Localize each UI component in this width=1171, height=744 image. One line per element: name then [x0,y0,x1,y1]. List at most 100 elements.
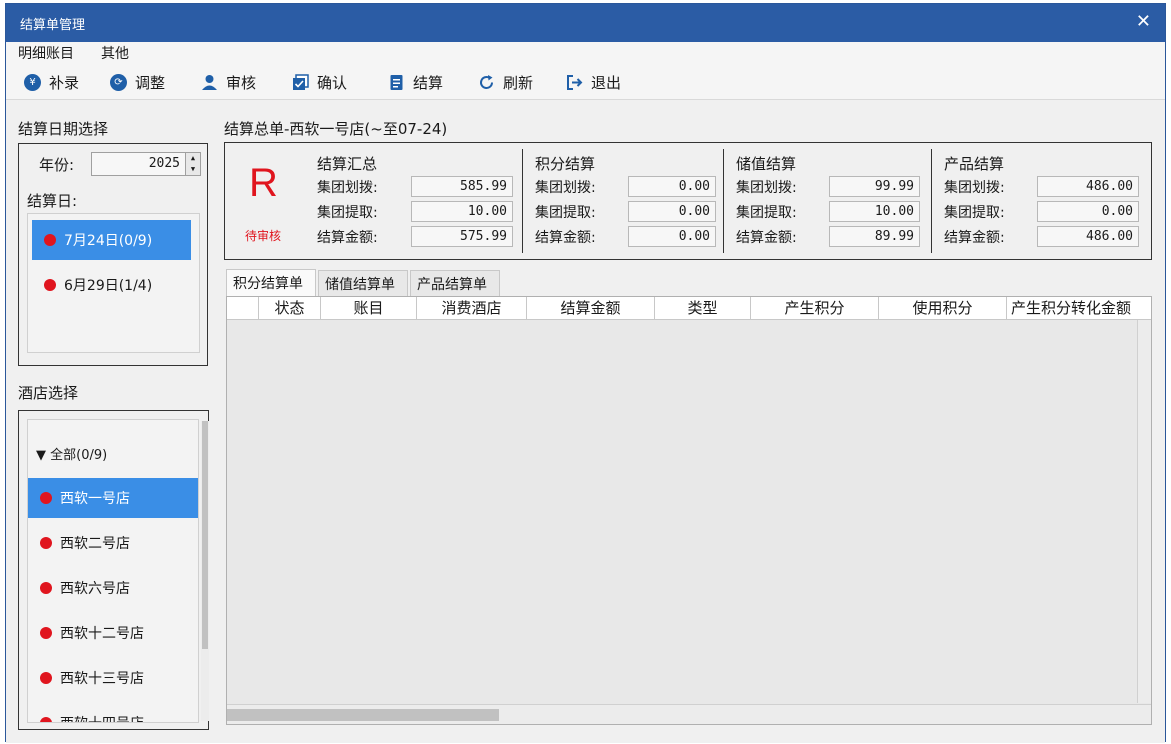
list-item[interactable]: 西软六号店 [28,568,198,608]
row-label: 集团提取: [535,205,596,221]
status-dot-icon [40,717,52,722]
summary-column-stored-value: 储值结算 集团划拨: 99.99 集团提取: 10.00 结算金额: 89.99 [736,153,932,253]
list-item[interactable]: 西软十三号店 [28,658,198,698]
column-header[interactable]: 消费酒店 [417,297,527,320]
adjust-circle-icon: ⟳ [110,73,127,91]
status-dot-icon [44,234,56,246]
hotel-item-label: 西软一号店 [60,491,130,507]
column-header[interactable]: 账目 [321,297,417,320]
column-divider [931,149,932,253]
column-header[interactable]: 类型 [655,297,751,320]
tab-points-statement[interactable]: 积分结算单 [226,269,316,297]
adjust-button[interactable]: ⟳ 调整 [110,71,165,93]
row-label: 结算金额: [535,230,596,246]
settle-button[interactable]: 结算 [388,71,443,93]
date-panel: 年份: 2025 ▲ ▼ 结算日: 7月24日(0/9) 6月29日(1/4) [18,143,208,366]
value-field: 99.99 [829,176,920,197]
main-area: 结算日期选择 年份: 2025 ▲ ▼ 结算日: 7月24日(0/9) 6月29日… [6,100,1165,743]
confirm-icon [292,73,309,91]
grid-header: 状态 账目 消费酒店 结算金额 类型 产生积分 使用积分 产生积分转化金额 [227,297,1151,320]
year-spin-buttons[interactable]: ▲ ▼ [185,153,200,175]
tree-root[interactable]: ▼ 全部(0/9) [28,433,198,473]
value-field: 486.00 [1037,226,1139,247]
list-item[interactable]: 西软十四号店 [28,703,198,722]
toolbar: ¥ 补录 ⟳ 调整 审核 确认 结算 刷新 退出 [6,62,1165,100]
hotel-section-label: 酒店选择 [18,384,79,402]
menu-item-other[interactable]: 其他 [101,43,129,63]
hotel-item-label: 西软十四号店 [60,713,144,722]
tab-product-statement[interactable]: 产品结算单 [410,270,500,296]
grid-horizontal-scrollbar[interactable] [227,704,1151,724]
list-item[interactable]: 西软一号店 [28,478,198,518]
summary-column-total: 结算汇总 集团划拨: 585.99 集团提取: 10.00 结算金额: 575.… [317,153,517,253]
column-header[interactable]: 使用积分 [879,297,1007,320]
column-title: 结算汇总 [317,155,378,173]
statement-grid: 状态 账目 消费酒店 结算金额 类型 产生积分 使用积分 产生积分转化金额 [226,296,1152,725]
hotel-scrollbar[interactable] [201,421,209,721]
list-item[interactable]: 7月24日(0/9) [32,220,191,260]
title-bar: 结算单管理 ✕ [6,4,1165,42]
confirm-label: 确认 [317,73,348,92]
audit-button[interactable]: 审核 [201,71,256,93]
column-divider [723,149,724,253]
close-button[interactable]: ✕ [1136,11,1151,32]
column-title: 积分结算 [535,155,596,173]
value-field: 585.99 [411,176,513,197]
row-label: 结算金额: [317,230,378,246]
summary-panel: R 待审核 结算汇总 集团划拨: 585.99 集团提取: 10.00 结算金额… [224,142,1152,260]
column-header[interactable]: 产生积分 [751,297,879,320]
supplement-label: 补录 [49,73,80,92]
status-dot-icon [40,492,52,504]
exit-icon [566,74,583,91]
status-badge: 待审核 [245,229,282,243]
yen-circle-icon: ¥ [24,73,41,91]
scroll-thumb[interactable] [227,709,499,721]
grid-vertical-scrollbar[interactable] [1137,320,1151,703]
tab-stored-value-statement[interactable]: 储值结算单 [318,270,408,296]
refresh-label: 刷新 [503,73,534,92]
row-label: 集团划拨: [736,180,797,196]
summary-column-products: 产品结算 集团划拨: 486.00 集团提取: 0.00 结算金额: 486.0… [944,153,1144,253]
status-dot-icon [40,672,52,684]
list-item[interactable]: 西软二号店 [28,523,198,563]
refresh-button[interactable]: 刷新 [478,71,533,93]
column-header[interactable] [227,297,259,320]
value-field: 10.00 [829,201,920,222]
settlement-window: 结算单管理 ✕ 明细账目 其他 ¥ 补录 ⟳ 调整 审核 确认 结算 刷新 退出… [5,3,1166,743]
column-header[interactable]: 状态 [259,297,321,320]
menu-item-details[interactable]: 明细账目 [18,43,74,63]
column-title: 产品结算 [944,155,1005,173]
scroll-thumb[interactable] [202,421,208,649]
value-field: 486.00 [1037,176,1139,197]
supplement-button[interactable]: ¥ 补录 [24,71,79,93]
exit-button[interactable]: 退出 [566,71,621,93]
row-label: 集团划拨: [535,180,596,196]
list-item[interactable]: 西软十二号店 [28,613,198,653]
user-icon [201,74,218,91]
hotel-panel: ▼ 全部(0/9) 西软一号店 西软二号店 西软六号店 西软十二号店 西软十三号… [18,410,209,730]
summary-header: 结算总单-西软一号店(~至07-24) [224,120,448,138]
year-value: 2025 [148,156,180,171]
row-label: 集团提取: [736,205,797,221]
status-dot-icon [40,627,52,639]
column-title: 储值结算 [736,155,797,173]
value-field: 0.00 [628,176,716,197]
exit-label: 退出 [591,73,622,92]
summary-column-points: 积分结算 集团划拨: 0.00 集团提取: 0.00 结算金额: 0.00 [535,153,720,253]
hotel-item-label: 西软六号店 [60,581,130,597]
list-item[interactable]: 6月29日(1/4) [32,265,191,305]
status-letter: R [249,161,278,205]
confirm-button[interactable]: 确认 [292,71,347,93]
column-header[interactable]: 结算金额 [527,297,655,320]
column-header[interactable]: 产生积分转化金额 [1007,297,1137,320]
row-label: 集团划拨: [944,180,1005,196]
date-section-label: 结算日期选择 [18,120,109,138]
value-field: 0.00 [628,226,716,247]
audit-label: 审核 [226,73,257,92]
status-dot-icon [40,582,52,594]
status-dot-icon [44,279,56,291]
value-field: 89.99 [829,226,920,247]
hotel-item-label: 西软十二号店 [60,626,144,642]
row-label: 集团提取: [944,205,1005,221]
year-spinner[interactable]: 2025 ▲ ▼ [91,152,201,176]
